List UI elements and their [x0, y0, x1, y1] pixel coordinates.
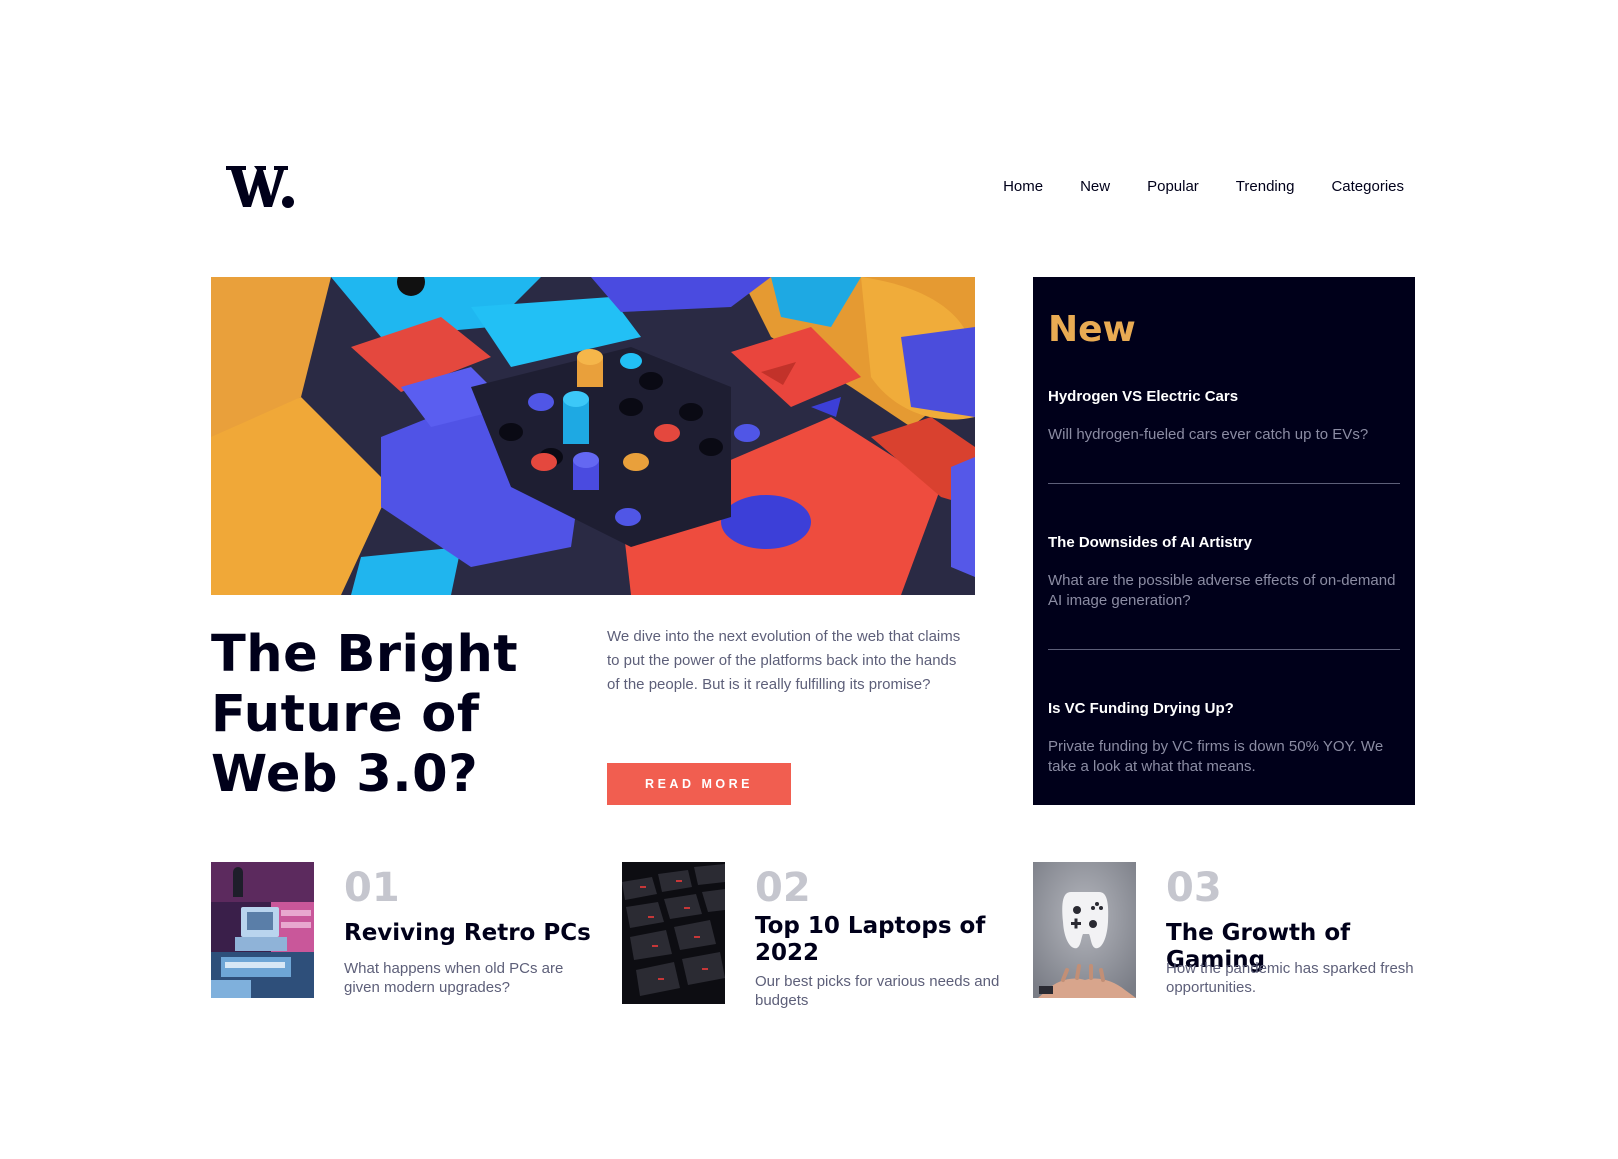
logo[interactable]: W.	[226, 163, 294, 209]
card-description: What happens when old PCs are given mode…	[344, 960, 564, 996]
article-card: 03 The Growth of Gaming How the pandemic…	[1033, 862, 1423, 1002]
hero-description: We dive into the next evolution of the w…	[607, 628, 961, 693]
hero-image	[211, 277, 975, 595]
new-panel-heading: New	[1048, 309, 1136, 350]
hero-title: The Bright Future of Web 3.0?	[211, 625, 519, 804]
new-item-title[interactable]: Is VC Funding Drying Up?	[1048, 700, 1234, 717]
nav-categories[interactable]: Categories	[1331, 178, 1404, 195]
page: W. Home New Popular Trending Categories	[0, 0, 1618, 1159]
card-title[interactable]: Top 10 Laptops of 2022	[755, 913, 1015, 967]
new-item-description: Private funding by VC firms is down 50% …	[1048, 738, 1384, 775]
article-card: 01 Reviving Retro PCs What happens when …	[211, 862, 591, 1002]
divider	[1048, 483, 1400, 484]
game-controller-image[interactable]	[1033, 862, 1136, 998]
laptop-keyboard-image[interactable]	[622, 862, 725, 1004]
new-item-description: What are the possible adverse effects of…	[1048, 572, 1396, 609]
nav-popular[interactable]: Popular	[1147, 178, 1199, 195]
card-description: Our best picks for various needs and bud…	[755, 973, 1000, 1009]
new-item-title[interactable]: The Downsides of AI Artistry	[1048, 534, 1252, 551]
card-number: 02	[755, 865, 811, 911]
divider	[1048, 649, 1400, 650]
card-description: How the pandemic has sparked fresh oppor…	[1166, 960, 1414, 996]
card-number: 03	[1166, 865, 1222, 911]
new-item-title[interactable]: Hydrogen VS Electric Cars	[1048, 388, 1238, 405]
card-title[interactable]: Reviving Retro PCs	[344, 920, 604, 947]
nav-new[interactable]: New	[1080, 178, 1110, 195]
nav-trending[interactable]: Trending	[1236, 178, 1295, 195]
new-panel: New Hydrogen VS Electric Cars Will hydro…	[1033, 277, 1415, 805]
nav-home[interactable]: Home	[1003, 178, 1043, 195]
article-card: 02 Top 10 Laptops of 2022 Our best picks…	[622, 862, 1002, 1009]
retro-pc-image[interactable]	[211, 862, 314, 998]
main-nav: Home New Popular Trending Categories	[1003, 178, 1404, 195]
new-item-description: Will hydrogen-fueled cars ever catch up …	[1048, 426, 1369, 443]
read-more-button[interactable]: READ MORE	[607, 763, 791, 805]
card-number: 01	[344, 865, 400, 911]
